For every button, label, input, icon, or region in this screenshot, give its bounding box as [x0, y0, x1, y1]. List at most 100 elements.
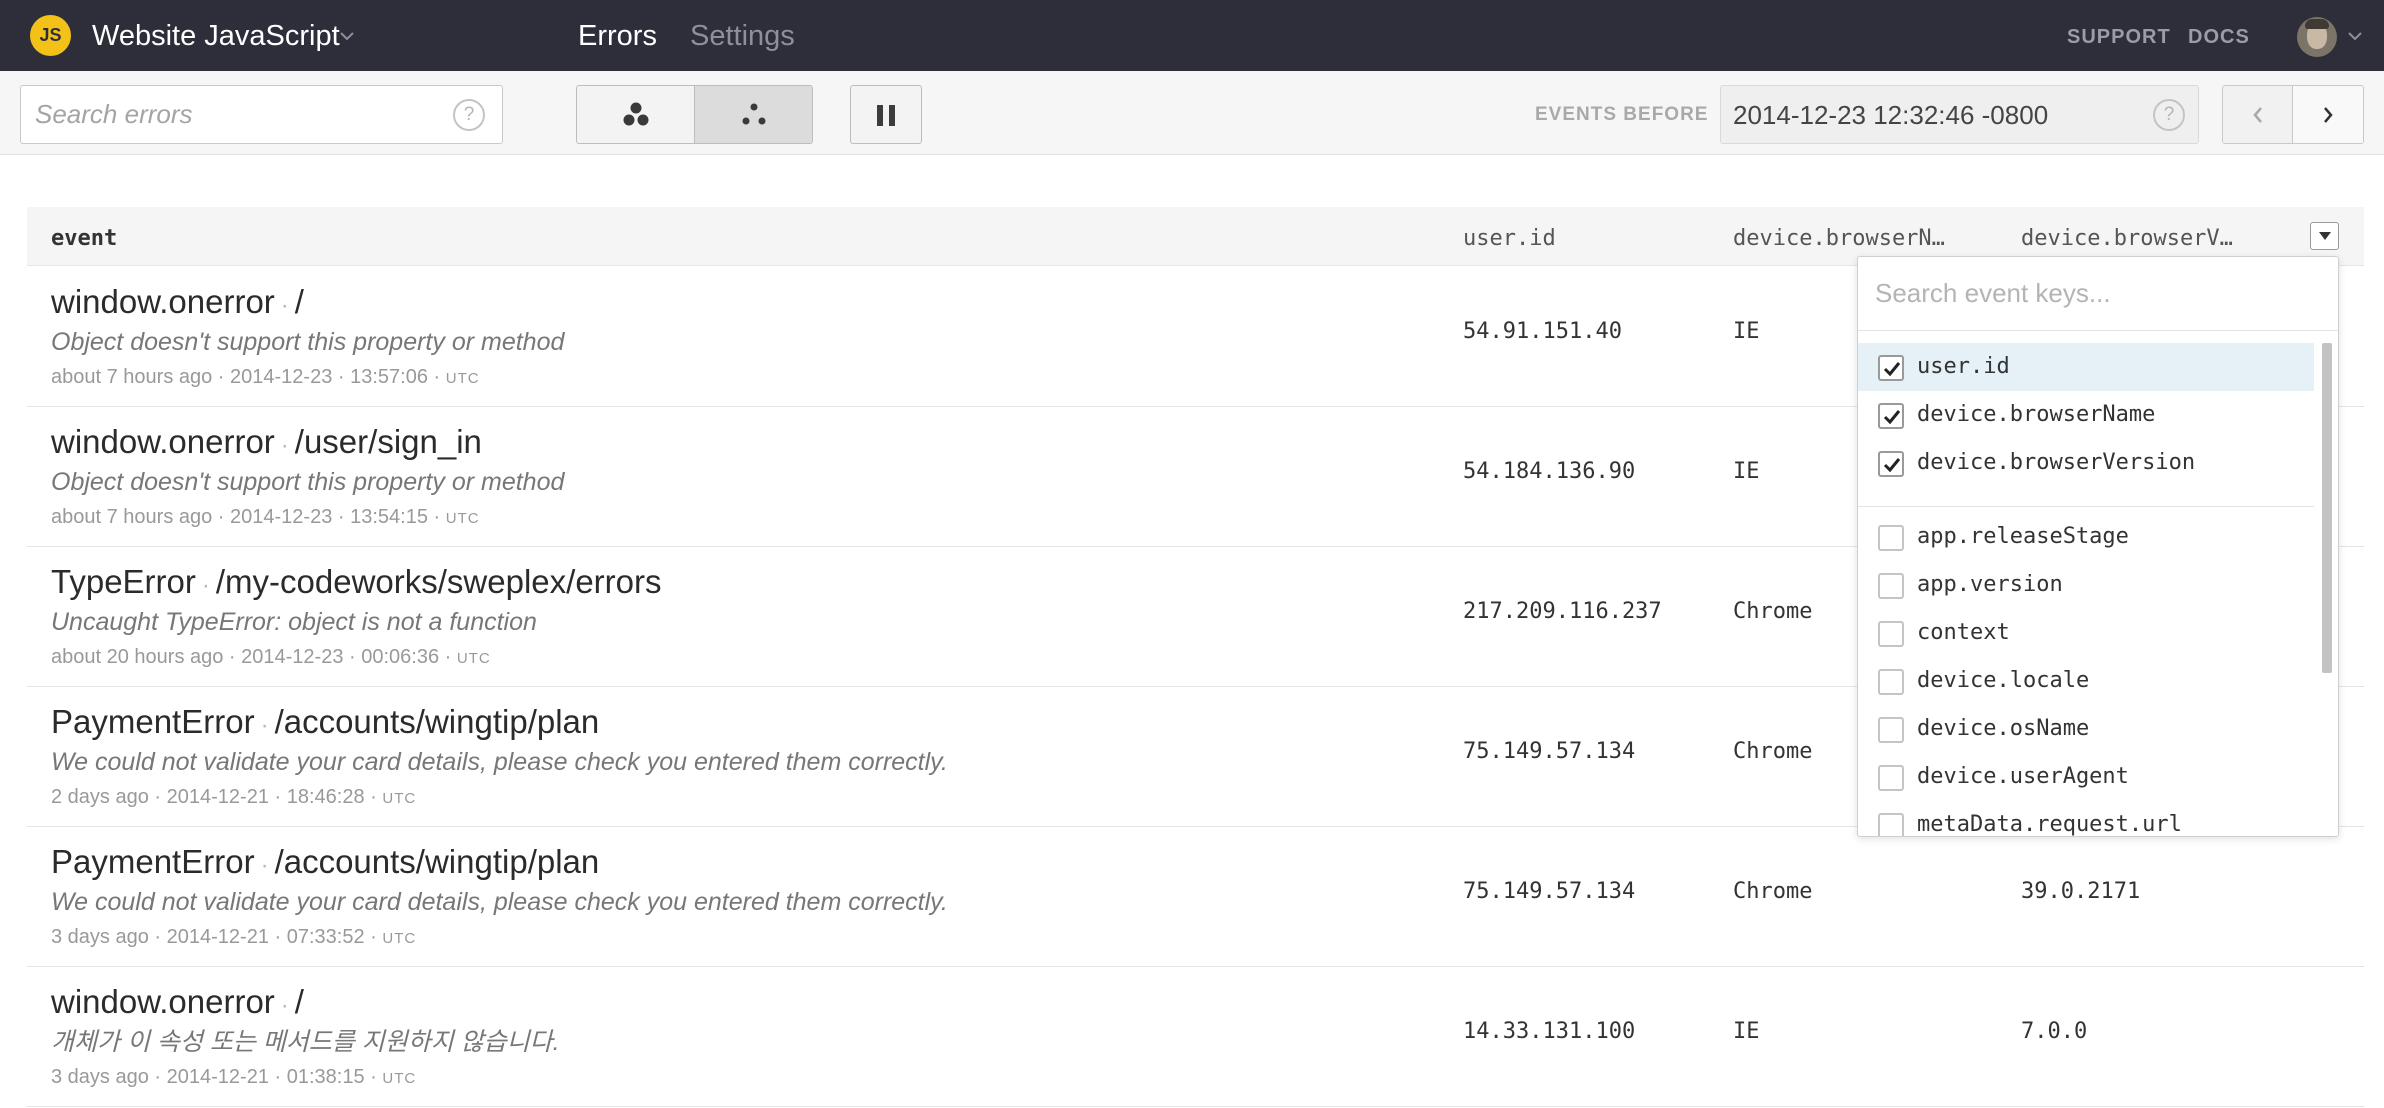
- event-date: 2014-12-23: [241, 646, 344, 668]
- event-date: 2014-12-21: [166, 786, 269, 808]
- error-message: 개체가 이 속성 또는 메서드를 지원하지 않습니다.: [51, 1028, 560, 1056]
- column-header-browser-name[interactable]: device.browserN…: [1733, 226, 1945, 252]
- project-name[interactable]: Website JavaScript: [92, 19, 340, 53]
- timezone: UTC: [445, 370, 480, 387]
- avatar[interactable]: [2297, 17, 2337, 57]
- events-before-field[interactable]: 2014-12-23 12:32:46 -0800 ?: [1720, 85, 2199, 144]
- cell-user-id: 54.184.136.90: [1463, 459, 1636, 484]
- error-message: Uncaught TypeError: object is not a func…: [51, 608, 537, 636]
- list-item[interactable]: device.browserName: [1858, 391, 2314, 439]
- cluster-icon: [623, 102, 649, 126]
- support-link[interactable]: SUPPORT: [2067, 25, 2171, 49]
- list-item[interactable]: app.version: [1858, 561, 2314, 609]
- docs-link[interactable]: DOCS: [2188, 25, 2250, 49]
- help-icon[interactable]: ?: [453, 99, 485, 131]
- error-context: /: [294, 283, 304, 320]
- checkbox[interactable]: [1878, 355, 1904, 381]
- event-key-label: context: [1917, 620, 2010, 645]
- checkbox[interactable]: [1878, 403, 1904, 429]
- event-title[interactable]: TypeError ·/my-codeworks/sweplex/errors: [51, 563, 662, 605]
- event-key-label: device.browserName: [1917, 402, 2156, 427]
- tab-errors[interactable]: Errors: [578, 19, 657, 53]
- tab-settings[interactable]: Settings: [690, 19, 795, 53]
- scrollbar[interactable]: [2320, 343, 2334, 836]
- checkbox[interactable]: [1878, 621, 1904, 647]
- error-message: We could not validate your card details,…: [51, 748, 948, 776]
- event-time: 00:06:36: [361, 646, 440, 668]
- pause-button[interactable]: [850, 85, 922, 144]
- checkbox[interactable]: [1878, 669, 1904, 695]
- event-time: 18:46:28: [286, 786, 365, 808]
- cell-browser-name: Chrome: [1733, 879, 1813, 904]
- event-title[interactable]: window.onerror ·/user/sign_in: [51, 423, 482, 465]
- error-class: window.onerror: [51, 283, 275, 320]
- column-picker-toggle[interactable]: [2310, 222, 2339, 250]
- list-item[interactable]: user.id: [1858, 343, 2314, 391]
- events-before-value[interactable]: 2014-12-23 12:32:46 -0800: [1733, 100, 2048, 130]
- error-context: /accounts/wingtip/plan: [274, 703, 600, 740]
- checkbox[interactable]: [1878, 573, 1904, 599]
- cell-user-id: 54.91.151.40: [1463, 319, 1622, 344]
- checkbox[interactable]: [1878, 765, 1904, 791]
- checkmark-icon: [1883, 410, 1901, 425]
- cell-browser-name: IE: [1733, 459, 1760, 484]
- event-date: 2014-12-21: [166, 1066, 269, 1088]
- timezone: UTC: [382, 790, 417, 807]
- project-logo[interactable]: JS: [30, 15, 71, 56]
- chevron-down-icon[interactable]: [337, 26, 357, 46]
- checkmark-icon: [1883, 458, 1901, 473]
- chevron-down-icon[interactable]: [2346, 27, 2364, 45]
- event-keys-search-input[interactable]: [1858, 257, 2338, 330]
- list-item[interactable]: device.userAgent: [1858, 753, 2314, 801]
- scrollbar-thumb[interactable]: [2322, 343, 2332, 673]
- toolbar: ? EVENTS BEFORE 2014-12-23 12:32:46 -080…: [0, 71, 2384, 155]
- checkbox[interactable]: [1878, 813, 1904, 836]
- individual-view-button[interactable]: [695, 86, 812, 143]
- relative-time: about 7 hours ago: [51, 506, 213, 528]
- separator: ·: [280, 292, 289, 319]
- event-keys-list: user.id device.browserName device.browse…: [1858, 331, 2318, 837]
- event-title[interactable]: window.onerror · /: [51, 983, 304, 1025]
- table-row[interactable]: window.onerror · / 개체가 이 속성 또는 메서드를 지원하지 않…: [27, 967, 2364, 1107]
- help-icon[interactable]: ?: [2153, 99, 2185, 131]
- search-errors-input[interactable]: [21, 86, 502, 143]
- event-title[interactable]: PaymentError ·/accounts/wingtip/plan: [51, 843, 599, 885]
- cell-user-id: 75.149.57.134: [1463, 739, 1636, 764]
- event-timestamp: about 20 hours ago · 2014-12-23 · 00:06:…: [51, 646, 491, 668]
- cell-user-id: 75.149.57.134: [1463, 879, 1636, 904]
- column-header-event[interactable]: event: [51, 226, 117, 252]
- event-key-label: metaData.request.url: [1917, 812, 2182, 837]
- column-header-user-id[interactable]: user.id: [1463, 226, 1556, 252]
- event-keys-search-box: [1858, 257, 2338, 331]
- next-page-button[interactable]: [2293, 86, 2363, 143]
- table-row[interactable]: PaymentError ·/accounts/wingtip/plan We c…: [27, 827, 2364, 967]
- list-item[interactable]: device.browserVersion: [1858, 439, 2314, 487]
- chevron-left-icon: [2253, 107, 2262, 123]
- cell-browser-version: 7.0.0: [2021, 1019, 2088, 1044]
- error-class: PaymentError: [51, 703, 255, 740]
- relative-time: 2 days ago: [51, 786, 149, 808]
- error-class: TypeError: [51, 563, 196, 600]
- checkbox[interactable]: [1878, 525, 1904, 551]
- separator: ·: [280, 992, 289, 1019]
- event-title[interactable]: window.onerror · /: [51, 283, 304, 325]
- list-item[interactable]: device.locale: [1858, 657, 2314, 705]
- list-item[interactable]: context: [1858, 609, 2314, 657]
- previous-page-button[interactable]: [2223, 86, 2293, 143]
- column-picker-dropdown: user.id device.browserName device.browse…: [1857, 256, 2339, 837]
- column-header-browser-version[interactable]: device.browserV…: [2021, 226, 2233, 252]
- list-item[interactable]: device.osName: [1858, 705, 2314, 753]
- timezone: UTC: [382, 1070, 417, 1087]
- relative-time: about 20 hours ago: [51, 646, 224, 668]
- event-title[interactable]: PaymentError ·/accounts/wingtip/plan: [51, 703, 599, 745]
- grouped-view-button[interactable]: [577, 86, 695, 143]
- separator: ·: [260, 852, 269, 879]
- checkbox[interactable]: [1878, 717, 1904, 743]
- timezone: UTC: [456, 650, 491, 667]
- checkbox[interactable]: [1878, 451, 1904, 477]
- top-nav: JS Website JavaScript Errors Settings SU…: [0, 0, 2384, 71]
- event-key-label: user.id: [1917, 354, 2010, 379]
- avatar-hair: [2305, 19, 2329, 29]
- list-item[interactable]: metaData.request.url: [1858, 801, 2314, 837]
- list-item[interactable]: app.releaseStage: [1858, 513, 2314, 561]
